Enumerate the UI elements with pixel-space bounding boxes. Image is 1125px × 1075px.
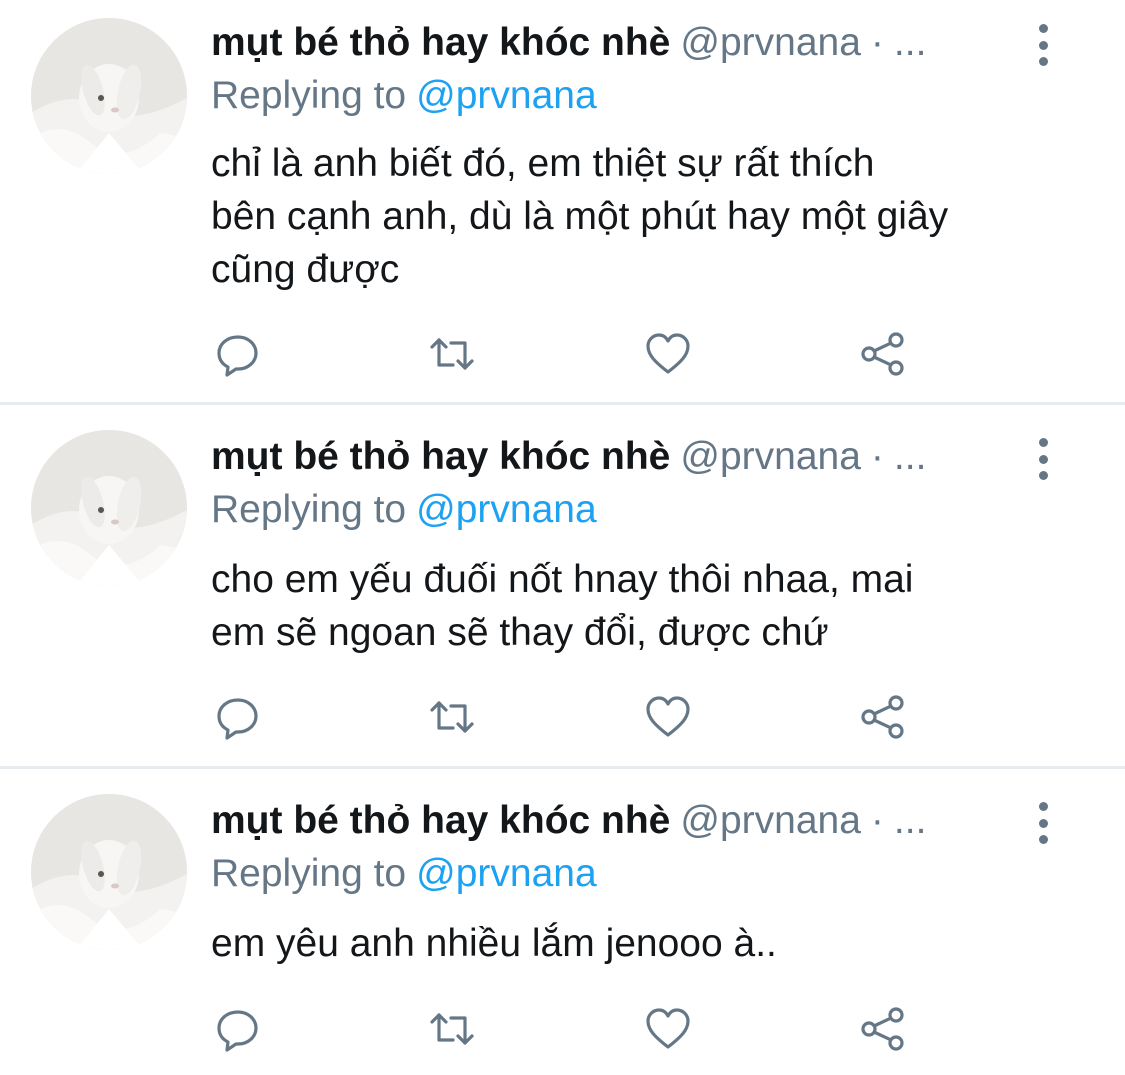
retweet-button[interactable] [425,1004,479,1054]
replying-to: Replying to @prvnana [211,846,597,902]
bunny-avatar-image [31,794,187,950]
share-button[interactable] [856,329,910,379]
more-options-button[interactable] [1028,434,1058,484]
retweet-icon [430,338,474,370]
retweet-button[interactable] [425,329,479,379]
bunny-avatar-image [31,430,187,586]
replying-label: Replying to [211,852,407,895]
display-name[interactable]: mụt bé thỏ hay khóc nhè [211,435,670,478]
tweet-header: mụt bé thỏ hay khóc nhè @prvnana ·... [211,13,1065,73]
tweet-actions [211,1004,931,1054]
tweet-text: chỉ là anh biết đó, em thiệt sự rất thíc… [211,137,1071,296]
heart-icon [646,1008,690,1049]
tweet[interactable]: mụt bé thỏ hay khóc nhè @prvnana ·... Repl… [0,0,1125,404]
mention-link[interactable]: @prvnana [416,74,597,117]
display-name[interactable]: mụt bé thỏ hay khóc nhè [211,799,670,842]
separator-dot: · [870,435,884,478]
bunny-avatar-image [31,18,187,174]
like-button[interactable] [641,692,695,742]
user-handle[interactable]: @prvnana [680,799,861,842]
tweet-header: mụt bé thỏ hay khóc nhè @prvnana ·... [211,427,1065,487]
mention-link[interactable]: @prvnana [416,852,597,895]
share-icon [861,695,904,739]
replying-label: Replying to [211,488,407,531]
tweet-text-line: chỉ là anh biết đó, em thiệt sự rất thíc… [211,142,875,185]
reply-icon [217,698,258,740]
tweet-text-line: em sẽ ngoan sẽ thay đổi, được chứ [211,611,829,654]
more-icon-dot [1038,57,1048,66]
more-icon-dot [1038,454,1048,464]
more-icon-dot [1038,471,1048,480]
share-button[interactable] [856,692,910,742]
reply-icon [217,1010,258,1052]
more-icon-dot [1038,40,1048,50]
heart-icon [646,333,690,374]
reply-button[interactable] [211,1004,265,1054]
tweet-text-line: em yêu anh nhiều lắm jenooo à.. [211,922,777,965]
retweet-icon [430,1013,474,1045]
separator-dot: · [870,799,884,842]
heart-icon [646,696,690,737]
more-options-button[interactable] [1028,798,1058,848]
tweet-text-line: cũng được [211,248,400,291]
retweet-button[interactable] [425,692,479,742]
more-icon-dot [1038,24,1048,33]
tweet-actions [211,692,931,742]
reply-icon [217,335,258,377]
tweet-text-line: cho em yếu đuối nốt hnay thôi nhaa, mai [211,558,914,601]
replying-to: Replying to @prvnana [211,68,597,124]
user-handle[interactable]: @prvnana [680,21,861,64]
more-icon-dot [1038,835,1048,844]
tweet[interactable]: mụt bé thỏ hay khóc nhè @prvnana ·... Repl… [0,768,1125,1075]
share-icon [861,1007,904,1051]
share-icon [861,332,904,376]
avatar[interactable] [31,18,187,174]
retweet-icon [430,701,474,733]
tweet-time: ... [893,435,927,478]
tweet-text-line: bên cạnh anh, dù là một phút hay một giâ… [211,195,949,238]
reply-button[interactable] [211,692,265,742]
more-icon-dot [1038,818,1048,828]
tweet-text: em yêu anh nhiều lắm jenooo à.. [211,917,1071,970]
share-button[interactable] [856,1004,910,1054]
user-handle[interactable]: @prvnana [680,435,861,478]
tweet-actions [211,329,931,379]
tweet-header: mụt bé thỏ hay khóc nhè @prvnana ·... [211,791,1065,851]
replying-label: Replying to [211,74,407,117]
replying-to: Replying to @prvnana [211,482,597,538]
tweet-text: cho em yếu đuối nốt hnay thôi nhaa, mai … [211,553,1071,659]
avatar[interactable] [31,430,187,586]
tweet[interactable]: mụt bé thỏ hay khóc nhè @prvnana ·... Repl… [0,404,1125,768]
tweet-time: ... [893,21,927,64]
more-options-button[interactable] [1028,20,1058,70]
avatar[interactable] [31,794,187,950]
more-icon-dot [1038,438,1048,447]
mention-link[interactable]: @prvnana [416,488,597,531]
tweet-time: ... [893,799,927,842]
reply-button[interactable] [211,329,265,379]
like-button[interactable] [641,329,695,379]
like-button[interactable] [641,1004,695,1054]
separator-dot: · [870,21,884,64]
display-name[interactable]: mụt bé thỏ hay khóc nhè [211,21,670,64]
more-icon-dot [1038,802,1048,811]
